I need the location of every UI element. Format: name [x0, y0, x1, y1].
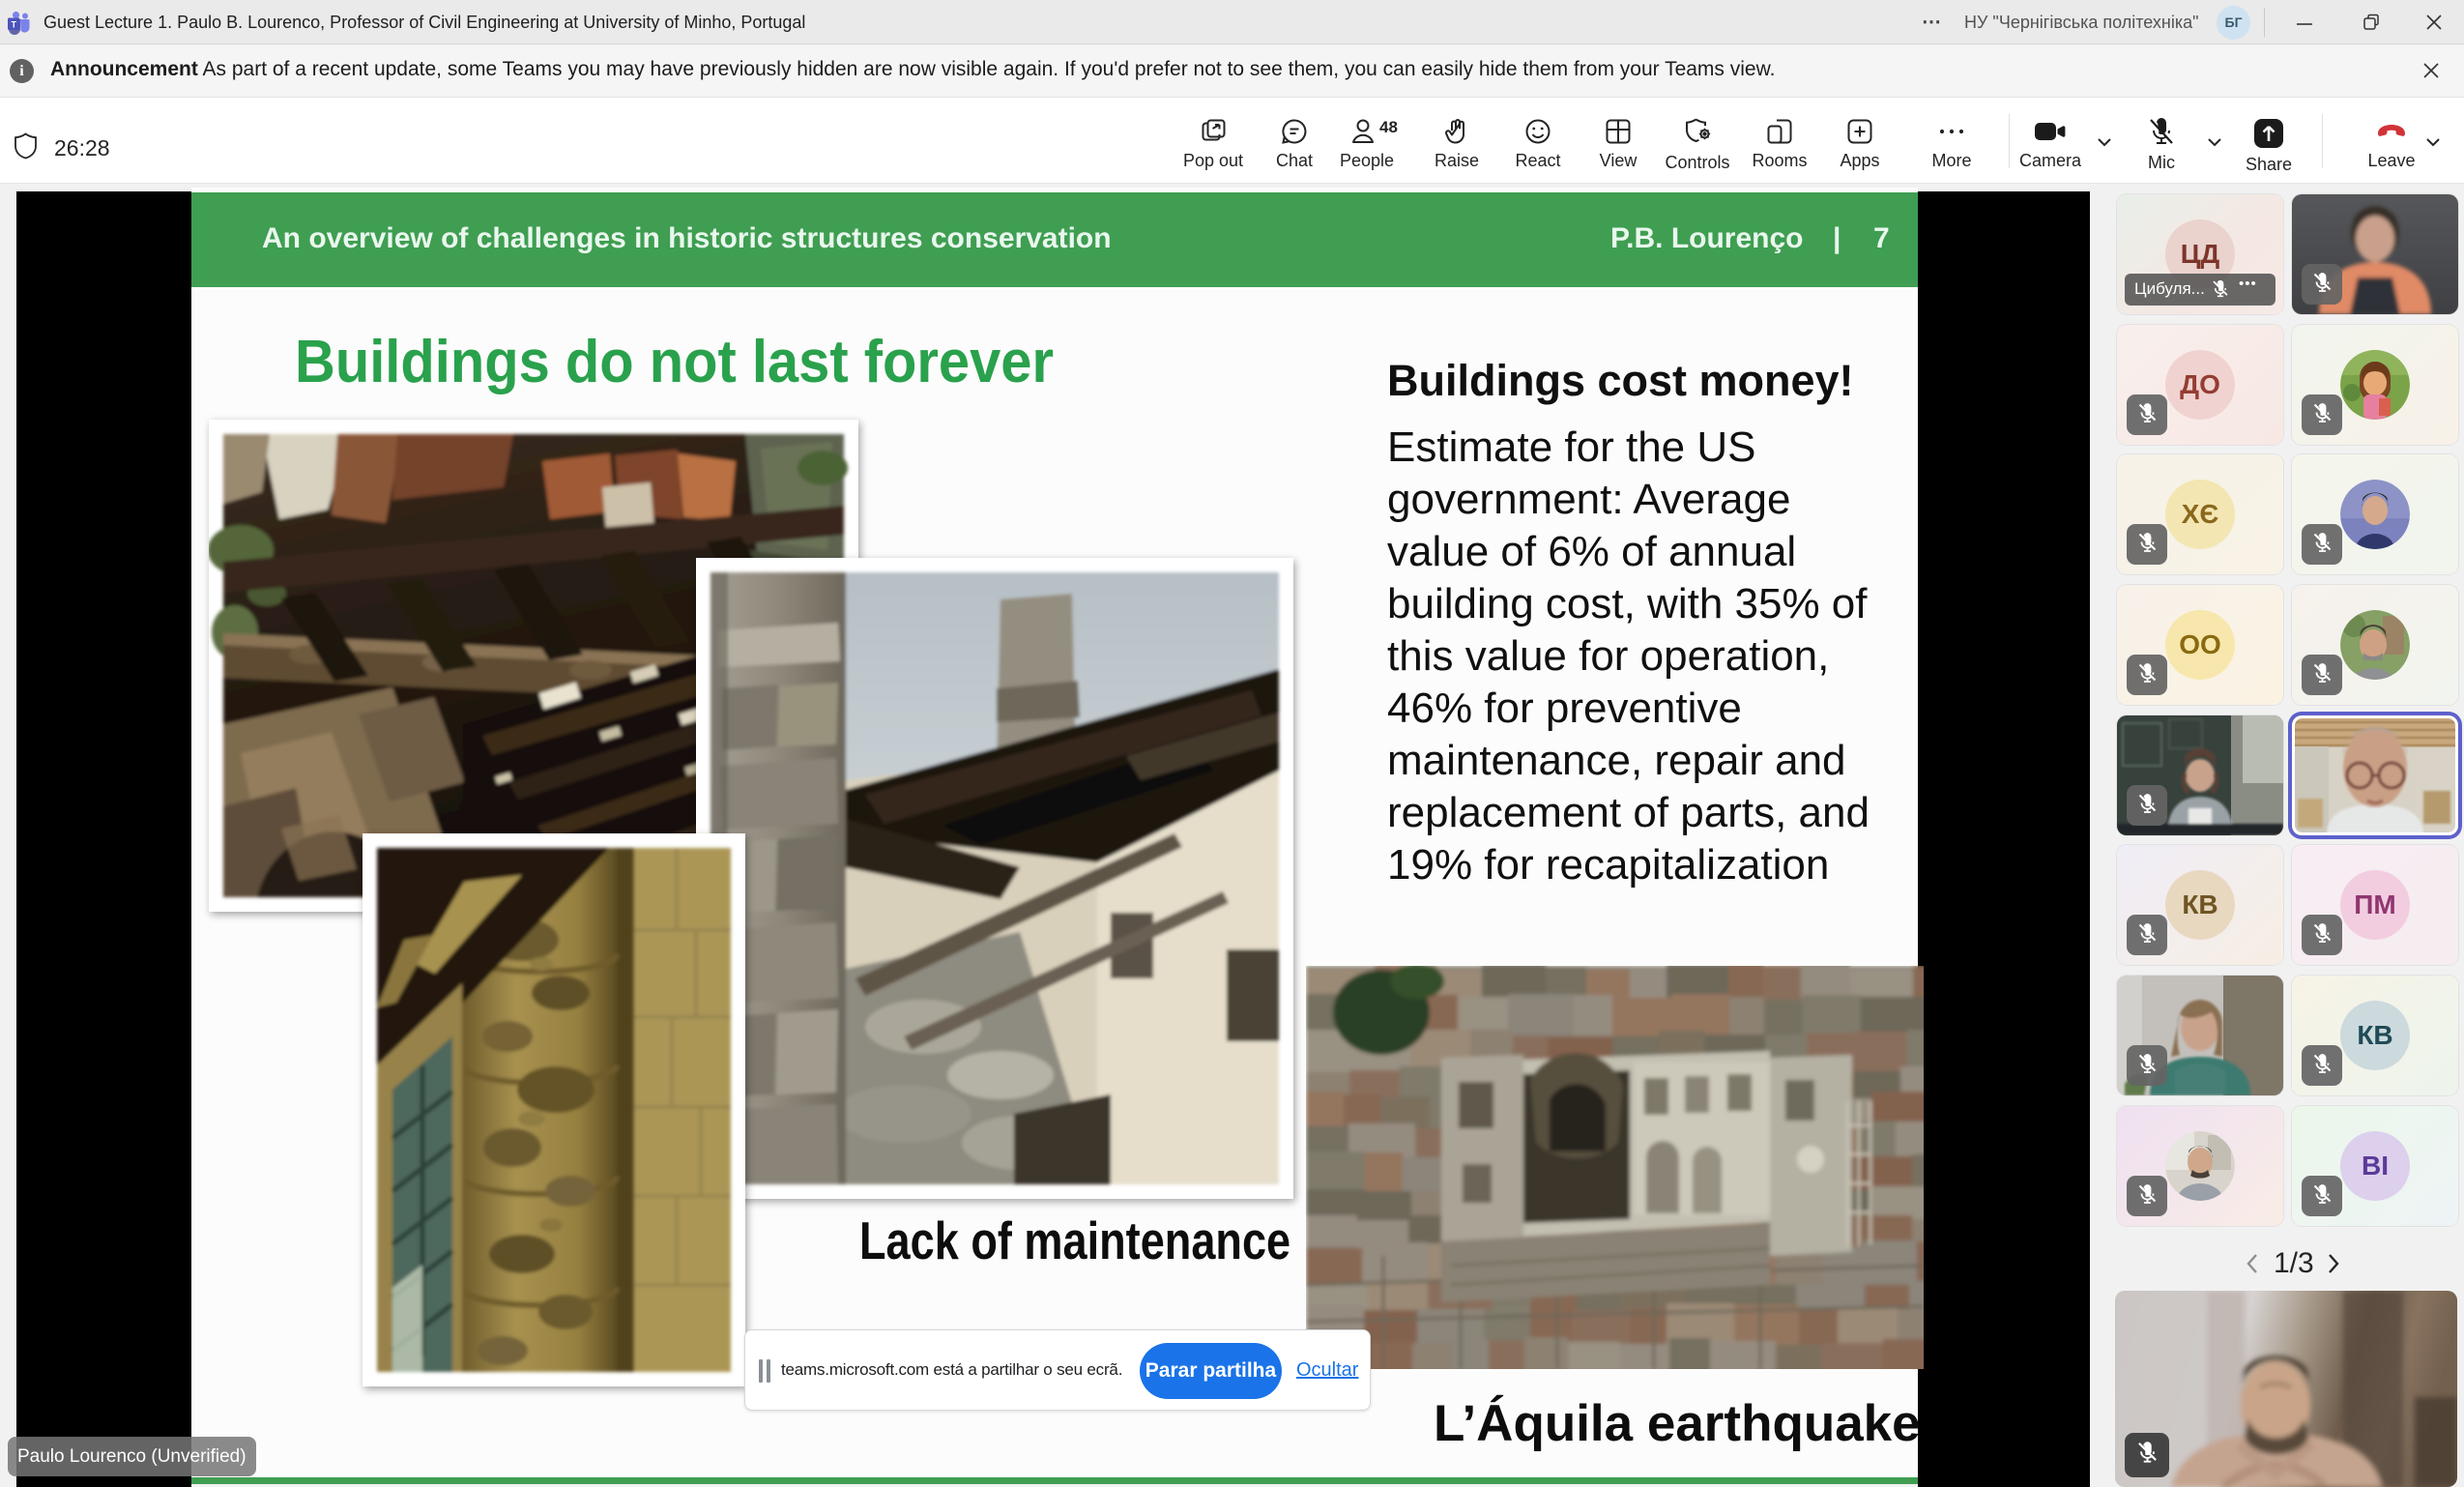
svg-text:T: T [11, 20, 16, 30]
svg-text:48: 48 [1379, 118, 1398, 136]
